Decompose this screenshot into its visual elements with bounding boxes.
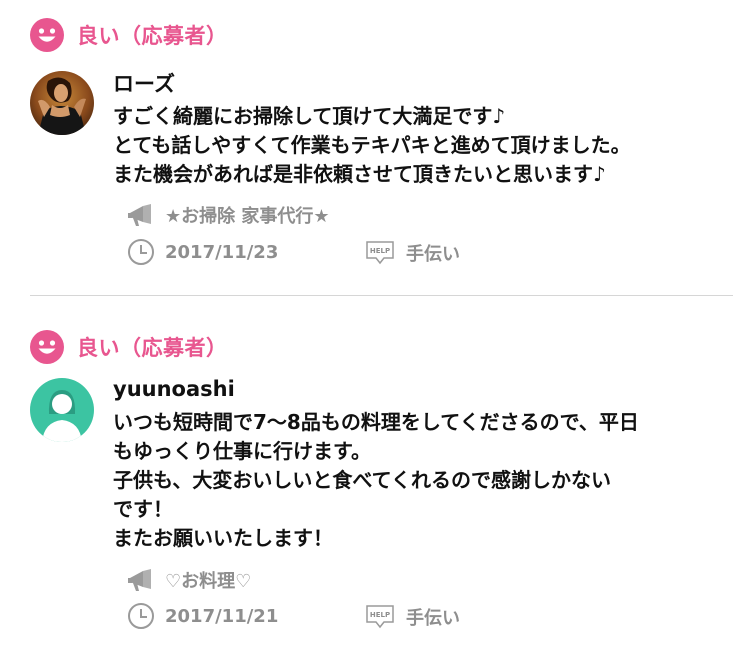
comment-line: です！ [113,497,173,521]
review-date: 2017/11/23 [165,241,279,263]
review-comment: いつも短時間で7〜8品もの料理をしてくださるので、平日 もゆっくり仕事に行けます… [113,408,713,553]
help-badge-icon: HELP [366,241,394,265]
date-row: 2017/11/21 [127,602,278,630]
avatar[interactable] [30,71,94,135]
megaphone-icon [128,204,151,226]
help-badge-text: HELP [370,247,390,255]
job-title[interactable]: ♡お料理♡ [165,567,251,593]
comment-line: すごく綺麗にお掃除して頂けて大満足です♪ [113,104,506,128]
category-label: 手伝い [406,608,460,629]
default-avatar-icon [30,378,94,442]
reviewer-name[interactable]: ローズ [113,70,175,98]
date-row: 2017/11/23 [127,238,278,266]
clock-icon [128,603,154,629]
category-row: HELP 手伝い [366,604,460,630]
rating-label: 良い（応募者） [77,336,228,360]
comment-line: 子供も、大変おいしいと食べてくれるので感謝しかない [113,468,611,492]
smile-icon [30,18,64,52]
job-title[interactable]: ★お掃除 家事代行★ [165,202,330,228]
smile-icon [30,330,64,364]
comment-line: もゆっくり仕事に行けます。 [113,439,371,463]
comment-line: いつも短時間で7〜8品もの料理をしてくださるので、平日 [113,410,639,434]
review-card: 良い（応募者） yuunoashi いつも短時間で7〜8品もの料理をしてくださる… [0,312,733,646]
avatar-photo [30,71,94,135]
help-badge-icon: HELP [366,605,394,629]
review-card: 良い（応募者） ローズ すごく綺麗にお掃除して頂けて大満足です♪ とても話しやす… [0,0,733,296]
help-badge-text: HELP [370,611,390,619]
comment-line: とても話しやすくて作業もテキパキと進めて頂けました。 [113,133,631,157]
reviewer-name[interactable]: yuunoashi [113,375,235,403]
rating-label: 良い（応募者） [77,24,228,48]
divider [30,295,733,296]
job-title-row[interactable]: ♡お料理♡ [127,567,251,593]
job-title-row[interactable]: ★お掃除 家事代行★ [127,202,330,228]
review-date: 2017/11/21 [165,605,279,627]
clock-icon [128,239,154,265]
review-comment: すごく綺麗にお掃除して頂けて大満足です♪ とても話しやすくて作業もテキパキと進め… [113,102,713,189]
category-row: HELP 手伝い [366,240,460,266]
comment-line: また機会があれば是非依頼させて頂きたいと思います♪ [113,162,606,186]
rating-row: 良い（応募者） [30,330,228,364]
avatar[interactable] [30,378,94,442]
comment-line: またお願いいたします！ [113,526,333,550]
rating-row: 良い（応募者） [30,18,228,52]
megaphone-icon [128,569,151,591]
category-label: 手伝い [406,244,460,265]
